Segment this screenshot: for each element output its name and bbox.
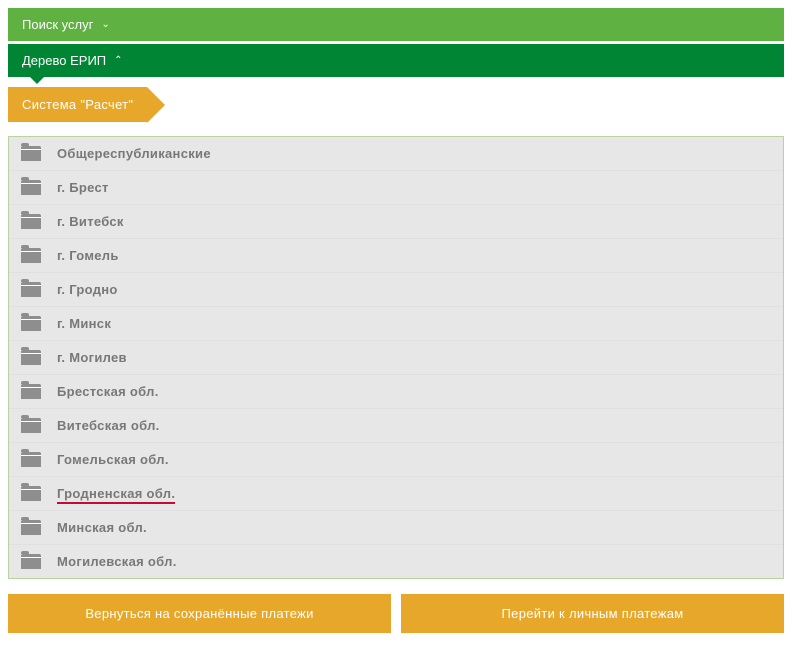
tree-item-label: Брестская обл. — [57, 384, 159, 399]
search-services-label: Поиск услуг — [22, 17, 93, 32]
tree-item-label: Витебская обл. — [57, 418, 160, 433]
search-services-bar[interactable]: Поиск услуг ⌄ — [8, 8, 784, 41]
folder-icon — [21, 384, 41, 399]
personal-payments-button[interactable]: Перейти к личным платежам — [401, 594, 784, 633]
tree-item[interactable]: Могилевская обл. — [9, 545, 783, 578]
breadcrumb-root[interactable]: Система "Расчет" — [8, 87, 147, 122]
folder-icon — [21, 452, 41, 467]
tree-item-label: Гомельская обл. — [57, 452, 169, 467]
tree-item-label: г. Минск — [57, 316, 111, 331]
tree-item-label: г. Гродно — [57, 282, 118, 297]
folder-icon — [21, 248, 41, 263]
erip-tree-label: Дерево ЕРИП — [22, 53, 106, 68]
tree-item[interactable]: г. Брест — [9, 171, 783, 205]
tree-item[interactable]: Общереспубликанские — [9, 137, 783, 171]
folder-icon — [21, 146, 41, 161]
tree-item[interactable]: Минская обл. — [9, 511, 783, 545]
tree-item[interactable]: г. Могилев — [9, 341, 783, 375]
back-to-saved-button[interactable]: Вернуться на сохранённые платежи — [8, 594, 391, 633]
folder-icon — [21, 214, 41, 229]
breadcrumb: Система "Расчет" — [8, 87, 784, 122]
tree-item[interactable]: Витебская обл. — [9, 409, 783, 443]
personal-payments-label: Перейти к личным платежам — [502, 606, 684, 621]
tree-item-label: Минская обл. — [57, 520, 147, 535]
tree-item[interactable]: г. Гродно — [9, 273, 783, 307]
tree-item[interactable]: г. Гомель — [9, 239, 783, 273]
tree-item[interactable]: Брестская обл. — [9, 375, 783, 409]
tree-item-label: Гродненская обл. — [57, 486, 175, 501]
folder-icon — [21, 282, 41, 297]
folder-icon — [21, 180, 41, 195]
folder-icon — [21, 486, 41, 501]
chevron-up-icon: ⌃ — [114, 56, 122, 66]
tree-item-label: г. Могилев — [57, 350, 127, 365]
folder-icon — [21, 418, 41, 433]
folder-icon — [21, 554, 41, 569]
erip-tree-bar[interactable]: Дерево ЕРИП ⌃ — [8, 44, 784, 77]
folder-icon — [21, 520, 41, 535]
breadcrumb-root-label: Система "Расчет" — [22, 97, 133, 112]
tree-item-label: Общереспубликанские — [57, 146, 211, 161]
tree-item-label: Могилевская обл. — [57, 554, 177, 569]
tree-item[interactable]: г. Витебск — [9, 205, 783, 239]
chevron-down-icon: ⌄ — [101, 20, 109, 30]
tree-item-label: г. Брест — [57, 180, 109, 195]
tree-item[interactable]: г. Минск — [9, 307, 783, 341]
folder-icon — [21, 350, 41, 365]
tree-item[interactable]: Гомельская обл. — [9, 443, 783, 477]
tree-item-label: г. Гомель — [57, 248, 119, 263]
tree-container: Общереспубликанские г. Брест г. Витебск г. … — [8, 136, 784, 579]
footer-buttons: Вернуться на сохранённые платежи Перейти… — [8, 594, 784, 633]
back-to-saved-label: Вернуться на сохранённые платежи — [85, 606, 313, 621]
folder-icon — [21, 316, 41, 331]
tree-item[interactable]: Гродненская обл. — [9, 477, 783, 511]
tree-item-label: г. Витебск — [57, 214, 124, 229]
